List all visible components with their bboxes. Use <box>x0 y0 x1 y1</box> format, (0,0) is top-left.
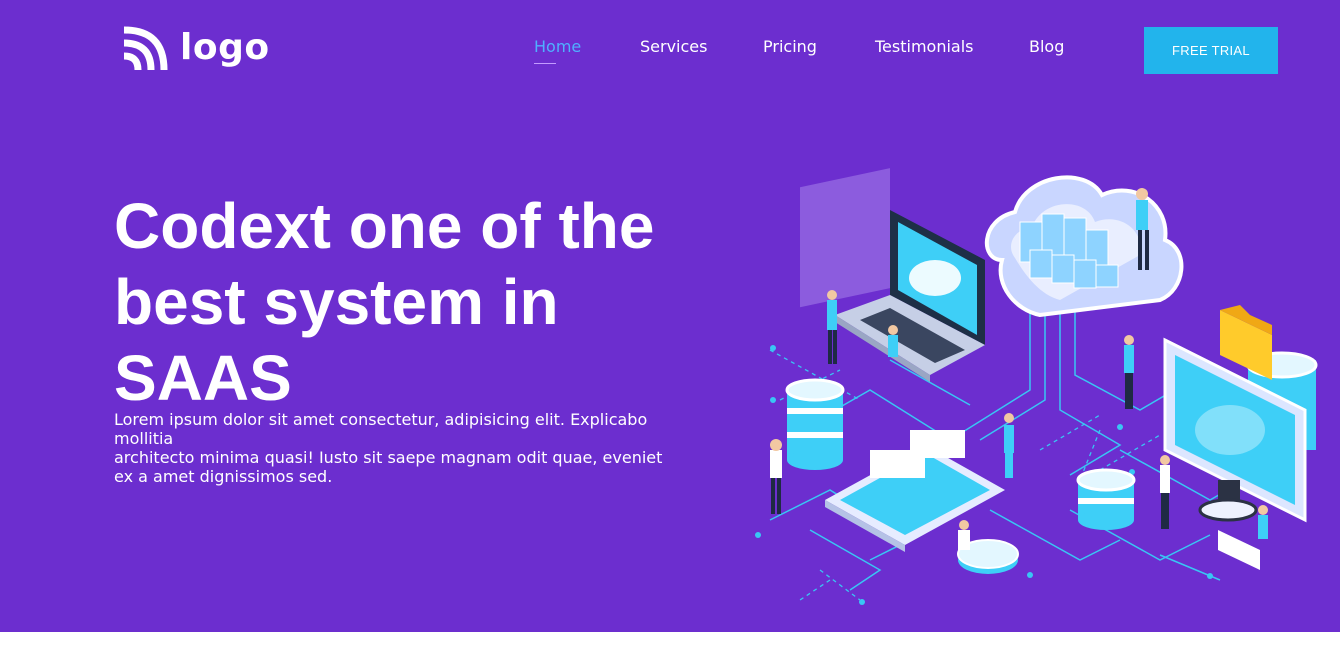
hero-description: Lorem ipsum dolor sit amet consectetur, … <box>114 410 674 486</box>
phone-platform <box>825 430 1005 552</box>
nav-testimonials[interactable]: Testimonials <box>875 37 974 56</box>
hero-title-line: best system in <box>114 266 559 338</box>
database-left <box>785 378 845 470</box>
nav-home[interactable]: Home <box>534 37 581 64</box>
hero-description-line: architecto minima quasi! Iusto sit saepe… <box>114 448 663 467</box>
hero-title-line: Codext one of the <box>114 190 655 262</box>
cloud-shape <box>984 175 1184 318</box>
folder-icon <box>1220 305 1272 380</box>
nav-services[interactable]: Services <box>640 37 707 56</box>
database-right <box>1076 468 1136 530</box>
logo-icon <box>123 26 168 71</box>
logo[interactable]: logo <box>120 26 270 74</box>
hero-title-line: SAAS <box>114 342 292 414</box>
hero-description-line: ex a amet dignissimos sed. <box>114 467 333 486</box>
hero-title: Codext one of the best system in SAAS <box>114 188 714 416</box>
cloud-network-illustration <box>755 168 1318 605</box>
free-trial-button[interactable]: FREE TRIAL <box>1144 27 1278 74</box>
hero-section: logo Home Services Pricing Testimonials … <box>0 0 1340 632</box>
nav-blog[interactable]: Blog <box>1029 37 1064 56</box>
logo-text: logo <box>180 27 270 68</box>
hero-description-line: Lorem ipsum dolor sit amet consectetur, … <box>114 410 648 448</box>
nav-pricing[interactable]: Pricing <box>763 37 817 56</box>
